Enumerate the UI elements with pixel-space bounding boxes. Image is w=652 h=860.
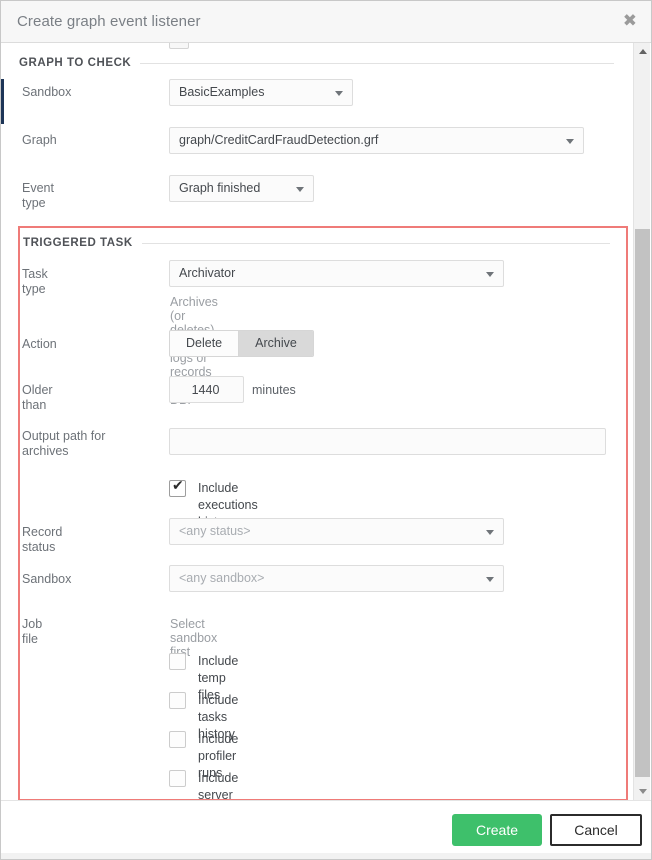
checkbox-include-temp-files[interactable] — [169, 653, 186, 670]
chevron-down-icon — [486, 577, 494, 582]
select-event-type-value: Graph finished — [179, 181, 260, 195]
section-legend-label: GRAPH TO CHECK — [19, 57, 140, 69]
select-graph[interactable]: graph/CreditCardFraudDetection.grf — [169, 127, 584, 154]
cancel-button[interactable]: Cancel — [550, 814, 642, 846]
checkbox-include-profiler-runs[interactable] — [169, 731, 186, 748]
select-task-type-value: Archivator — [179, 266, 235, 280]
input-output-path[interactable] — [169, 428, 606, 455]
scroll-up-button[interactable] — [634, 43, 651, 60]
dialog-body: GRAPH TO CHECK Sandbox BasicExamples Gra… — [1, 43, 651, 800]
highlight-box-triggered-task — [18, 226, 628, 800]
field-label-action: Action — [22, 337, 57, 352]
chevron-down-icon — [486, 272, 494, 277]
select-sandbox-graph[interactable]: BasicExamples — [169, 79, 353, 106]
unit-label-minutes: minutes — [252, 383, 296, 397]
checkbox-include-tasks-history[interactable] — [169, 692, 186, 709]
legend-divider — [142, 243, 610, 244]
create-button[interactable]: Create — [452, 814, 542, 846]
toggle-group-action: Delete Archive — [169, 330, 314, 357]
section-legend-graph-to-check: GRAPH TO CHECK — [19, 57, 614, 69]
field-label-older-than: Older than — [22, 383, 53, 413]
dialog-window: Create graph event listener ✖ GRAPH TO C… — [0, 0, 652, 860]
section-legend-label: TRIGGERED TASK — [23, 237, 142, 249]
checkbox-include-executions-history[interactable]: ✔ — [169, 480, 186, 497]
scroll-down-button[interactable] — [634, 783, 651, 800]
dialog-footer: Create Cancel — [1, 800, 651, 859]
select-record-status[interactable]: <any status> — [169, 518, 504, 545]
scrolled-out-input[interactable] — [169, 43, 189, 49]
checkbox-label-include-server-instance-run-history: Include server instance run history — [198, 770, 245, 800]
select-sandbox-graph-value: BasicExamples — [179, 85, 264, 99]
select-task-type[interactable]: Archivator — [169, 260, 504, 287]
chevron-down-icon — [486, 530, 494, 535]
field-label-job-file: Job file — [22, 617, 42, 647]
field-label-record-status: Record status — [22, 525, 62, 555]
legend-divider — [140, 63, 614, 64]
select-graph-value: graph/CreditCardFraudDetection.grf — [179, 133, 378, 147]
select-record-status-value: <any status> — [179, 524, 251, 538]
check-icon: ✔ — [172, 478, 184, 494]
toggle-option-archive[interactable]: Archive — [238, 331, 313, 356]
chevron-down-icon — [335, 91, 343, 96]
field-label-graph: Graph — [22, 133, 57, 148]
field-label-event-type: Event type — [22, 181, 54, 211]
chevron-down-icon — [639, 789, 647, 794]
field-label-task-type: Task type — [22, 267, 48, 297]
checkbox-include-server-instance-run-history[interactable] — [169, 770, 186, 787]
vertical-scrollbar[interactable] — [633, 43, 650, 800]
field-label-sandbox-graph: Sandbox — [22, 85, 71, 100]
input-older-than[interactable] — [169, 376, 244, 403]
chevron-down-icon — [296, 187, 304, 192]
chevron-up-icon — [639, 49, 647, 54]
select-event-type[interactable]: Graph finished — [169, 175, 314, 202]
toggle-option-delete[interactable]: Delete — [170, 331, 238, 356]
footer-strip — [1, 853, 651, 859]
dialog-title: Create graph event listener — [17, 13, 201, 30]
field-label-sandbox-task: Sandbox — [22, 572, 71, 587]
dialog-header: Create graph event listener ✖ — [1, 1, 651, 43]
select-sandbox-task[interactable]: <any sandbox> — [169, 565, 504, 592]
select-sandbox-task-value: <any sandbox> — [179, 571, 265, 585]
left-accent-bar — [1, 79, 4, 124]
section-legend-triggered-task: TRIGGERED TASK — [23, 237, 610, 249]
scrollbar-thumb[interactable] — [635, 229, 650, 777]
close-icon[interactable]: ✖ — [623, 13, 637, 30]
field-label-output-path: Output path for archives — [22, 429, 152, 459]
chevron-down-icon — [566, 139, 574, 144]
